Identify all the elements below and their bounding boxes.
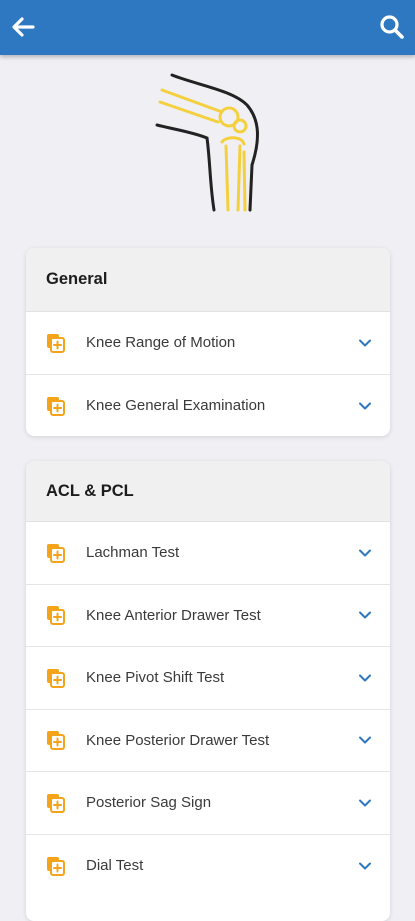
list-item[interactable]: Knee Posterior Drawer Test xyxy=(26,710,390,772)
section-header: ACL & PCL xyxy=(26,461,390,522)
list-item-label: Knee Posterior Drawer Test xyxy=(86,731,270,749)
list-item-label: Knee Range of Motion xyxy=(86,334,236,352)
chevron-down-icon xyxy=(359,674,371,682)
back-button[interactable] xyxy=(8,12,38,42)
add-item-icon xyxy=(47,333,65,353)
list-item-label: Knee Anterior Drawer Test xyxy=(86,606,261,624)
list-item[interactable]: Lachman Test xyxy=(26,522,390,585)
add-item-icon xyxy=(47,606,65,626)
chevron-down-icon xyxy=(359,736,371,744)
list-item-label: Knee Pivot Shift Test xyxy=(86,669,225,687)
knee-illustration xyxy=(152,70,264,215)
app-bar xyxy=(0,0,415,55)
section-title: General xyxy=(46,270,108,288)
list-item[interactable]: Knee General Examination xyxy=(26,375,390,437)
chevron-down-icon xyxy=(359,402,371,410)
search-button[interactable] xyxy=(377,12,407,42)
add-item-icon xyxy=(47,856,65,876)
list-item[interactable]: Knee Range of Motion xyxy=(26,312,390,375)
add-item-icon xyxy=(47,396,65,416)
list-item[interactable]: Knee Pivot Shift Test xyxy=(26,647,390,710)
chevron-down-icon xyxy=(359,549,371,557)
add-item-icon xyxy=(47,543,65,563)
chevron-down-icon xyxy=(359,611,371,619)
section-card-acl-pcl: ACL & PCL Lachman Test Knee Anterior Dra… xyxy=(26,461,390,921)
list-item-label: Lachman Test xyxy=(86,544,180,562)
chevron-down-icon xyxy=(359,862,371,870)
list-item[interactable]: Dial Test xyxy=(26,835,390,898)
add-item-icon xyxy=(47,731,65,751)
list-item[interactable]: Posterior Sag Sign xyxy=(26,772,390,835)
list-item-label: Knee General Examination xyxy=(86,397,266,415)
list-item[interactable]: Knee Anterior Drawer Test xyxy=(26,585,390,647)
list-item-label: Posterior Sag Sign xyxy=(86,794,212,812)
arrow-left-icon xyxy=(12,17,35,37)
section-title: ACL & PCL xyxy=(46,481,134,500)
add-item-icon xyxy=(47,668,65,688)
chevron-down-icon xyxy=(359,799,371,807)
search-icon xyxy=(380,15,404,39)
section-header: General xyxy=(26,248,390,312)
section-card-general: General Knee Range of Motion Knee Genera… xyxy=(26,248,390,436)
chevron-down-icon xyxy=(359,339,371,347)
knee-joint-icon xyxy=(155,73,259,212)
list-item-label: Dial Test xyxy=(86,857,144,875)
add-item-icon xyxy=(47,793,65,813)
